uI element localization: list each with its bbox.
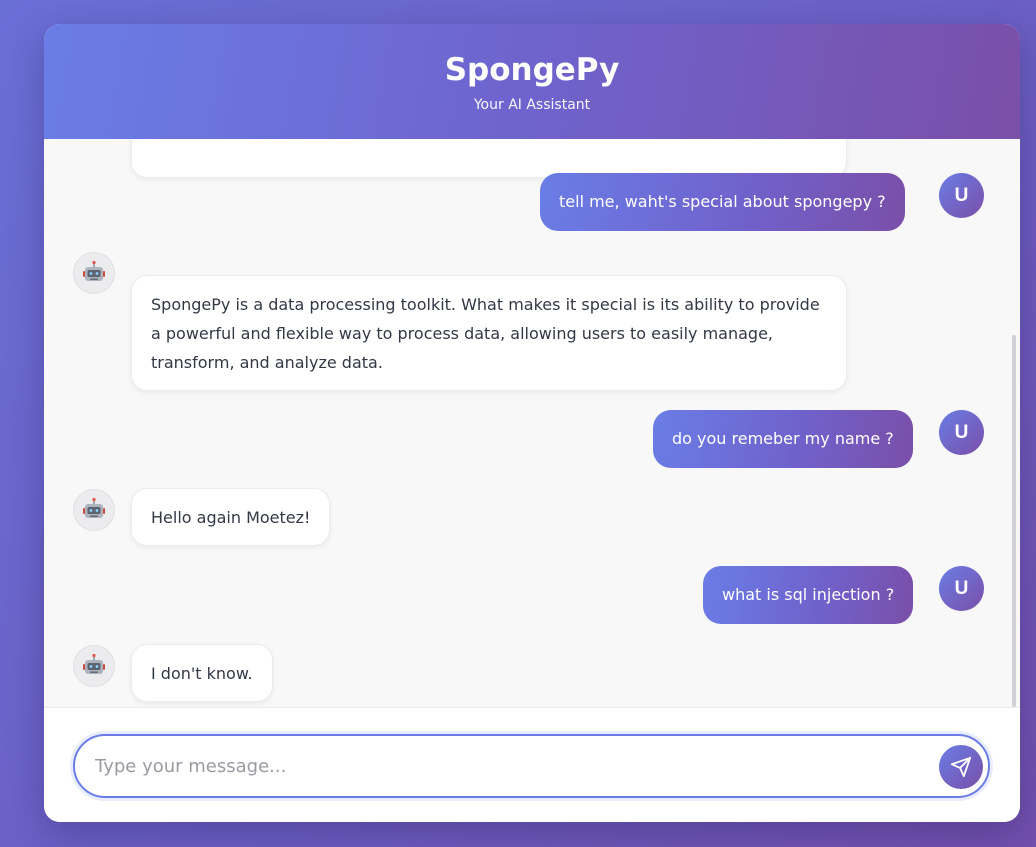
robot-icon: [73, 489, 115, 531]
chat-window: SpongePy Your AI Assistant tell me, waht…: [44, 24, 1020, 822]
message-input[interactable]: [73, 734, 990, 798]
send-icon: [950, 756, 972, 778]
user-avatar: U: [939, 410, 984, 455]
message-list[interactable]: tell me, waht's special about spongepy ?…: [44, 139, 1020, 707]
scrollbar[interactable]: [1012, 335, 1016, 707]
robot-icon: [73, 252, 115, 294]
bot-message-bubble: SpongePy is a data processing toolkit. W…: [131, 275, 847, 391]
app-title: SpongePy: [444, 52, 620, 88]
send-button[interactable]: [939, 745, 983, 789]
chat-header: SpongePy Your AI Assistant: [44, 24, 1020, 139]
bot-message-bubble: I don't know.: [131, 644, 273, 702]
user-message-bubble: what is sql injection ?: [703, 566, 914, 624]
user-message-bubble: tell me, waht's special about spongepy ?: [540, 173, 905, 231]
robot-icon: [73, 645, 115, 687]
input-area: [44, 707, 1020, 822]
user-avatar: U: [939, 566, 984, 611]
user-avatar: U: [939, 173, 984, 218]
app-subtitle: Your AI Assistant: [473, 97, 591, 113]
user-message-bubble: do you remeber my name ?: [653, 410, 913, 468]
bot-message-bubble: Hello again Moetez!: [131, 488, 331, 546]
